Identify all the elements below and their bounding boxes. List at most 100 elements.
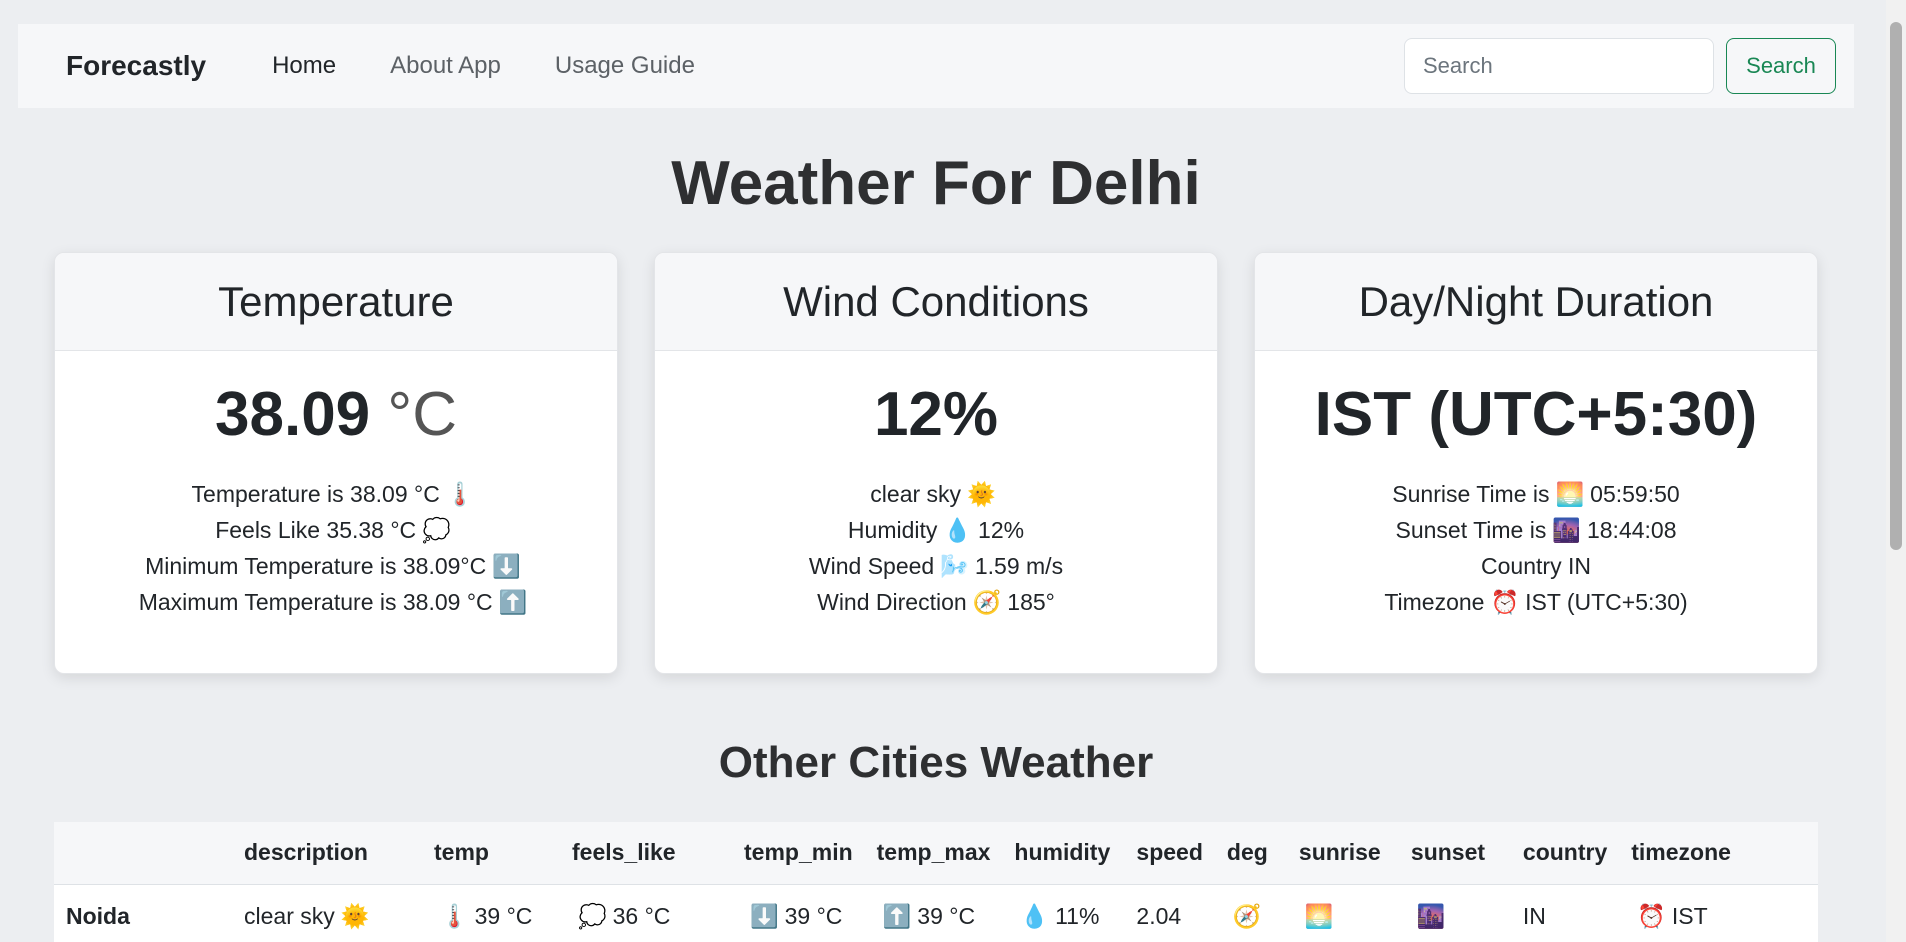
sunrise-line: Sunrise Time is 🌅 05:59:50 (1255, 476, 1817, 512)
city-name: Noida (66, 902, 130, 929)
line-text: Minimum Temperature is 38.09°C (145, 553, 487, 579)
cell-text: 11% (1055, 902, 1100, 929)
wind-details: clear sky 🌞 Humidity 💧 12% Wind Speed 🌬️ 1.59… (655, 476, 1217, 620)
speed-cell: 2.04 (1136, 902, 1182, 929)
thermometer-icon: 🌡️ (445, 481, 475, 507)
arrow-up-icon: ⬆️ (882, 902, 912, 929)
search-form: Search (1404, 38, 1836, 94)
line-text: Humidity (847, 517, 938, 543)
sunset-line: Sunset Time is 🌆 18:44:08 (1255, 512, 1817, 548)
cell-text: clear sky (244, 902, 335, 929)
deg-cell: 🧭 (1215, 884, 1287, 942)
column-header-feels-like: feels_like (572, 839, 676, 866)
cell-text: IST (1671, 902, 1708, 929)
sunset-cell: 🌆 (1399, 884, 1511, 942)
temperature-card: Temperature 38.09 °C Temperature is 38.0… (54, 252, 618, 674)
day-night-details: Sunrise Time is 🌅 05:59:50 Sunset Time is 🌆… (1255, 476, 1817, 620)
humidity-line: Humidity 💧 12% (655, 512, 1217, 548)
thermometer-icon: 🌡️ (440, 902, 469, 929)
navbar: Forecastly Home About App Usage Guide Se… (18, 24, 1854, 108)
line-text: Country IN (1481, 553, 1591, 579)
sunrise-icon: 🌅 (1304, 902, 1334, 929)
line-text: Sunrise Time is (1392, 481, 1550, 507)
humidity-cell: 💧 11% (1002, 884, 1124, 942)
column-header-temp-min: temp_min (744, 839, 853, 866)
wind-card: Wind Conditions 12% clear sky 🌞 Humidity 💧… (654, 252, 1218, 674)
search-input[interactable] (1404, 38, 1714, 94)
line-text: Feels Like 35.38 °C (215, 517, 417, 543)
weather-table: description temp feels_like temp_min tem… (54, 822, 1818, 942)
line-text: Maximum Temperature is 38.09 °C (138, 589, 493, 615)
temperature-details: Temperature is 38.09 °C 🌡️ Feels Like 35.… (55, 476, 617, 620)
nav-links: Home About App Usage Guide (272, 52, 695, 80)
page-title: Weather For Delhi (671, 149, 1201, 218)
alarm-clock-icon: ⏰ (1490, 589, 1520, 615)
sunset-icon: 🌆 (1552, 517, 1581, 543)
line-value: 05:59:50 (1590, 481, 1680, 507)
column-header-humidity: humidity (1014, 839, 1111, 866)
arrow-up-icon: ⬆️ (498, 589, 528, 615)
day-night-card: Day/Night Duration IST (UTC+5:30) Sunris… (1254, 252, 1818, 674)
nav-link-home[interactable]: Home (272, 52, 336, 80)
line-value: 12% (978, 517, 1025, 543)
column-header-sunset: sunset (1410, 839, 1486, 866)
line-text: clear sky (870, 481, 962, 507)
timezone-value: IST (UTC+5:30) (1314, 380, 1758, 449)
column-header-country: country (1522, 839, 1608, 866)
column-header-sunrise: sunrise (1298, 839, 1381, 866)
column-header-temp-max: temp_max (876, 839, 991, 866)
line-value: 185° (1007, 589, 1055, 615)
table-row: Noida clear sky 🌞 🌡️ 39 °C 💭 36 °C ⬇️ 39 °C … (54, 884, 1818, 942)
card-header: Wind Conditions (655, 253, 1217, 351)
wind-direction-line: Wind Direction 🧭 185° (655, 584, 1217, 620)
feels-like-line: Feels Like 35.38 °C 💭 (55, 512, 617, 548)
min-temperature-line: Minimum Temperature is 38.09°C ⬇️ (55, 548, 617, 584)
wind-speed-line: Wind Speed 🌬️ 1.59 m/s (655, 548, 1217, 584)
line-text: Timezone (1384, 589, 1485, 615)
search-button[interactable]: Search (1726, 38, 1836, 94)
cell-text: 36 °C (612, 902, 671, 929)
weather-cards: Temperature 38.09 °C Temperature is 38.0… (54, 252, 1818, 674)
max-temperature-line: Maximum Temperature is 38.09 °C ⬆️ (55, 584, 617, 620)
nav-link-usage-guide[interactable]: Usage Guide (555, 52, 695, 80)
temperature-unit: °C (387, 380, 457, 449)
line-value: 1.59 m/s (974, 553, 1064, 579)
description-line: clear sky 🌞 (655, 476, 1217, 512)
compass-icon: 🧭 (972, 589, 1002, 615)
alarm-clock-icon: ⏰ (1637, 902, 1666, 929)
other-cities-title: Other Cities Weather (718, 738, 1154, 787)
country-line: Country IN (1255, 548, 1817, 584)
country-cell: IN (1522, 902, 1546, 929)
column-header-deg: deg (1226, 839, 1268, 866)
thought-bubble-icon: 💭 (578, 902, 607, 929)
card-header: Day/Night Duration (1255, 253, 1817, 351)
temp-max-cell: ⬆️ 39 °C (865, 884, 1003, 942)
droplet-icon: 💧 (943, 517, 973, 543)
column-header-timezone: timezone (1631, 839, 1731, 866)
line-text: Wind Speed (808, 553, 935, 579)
wind-icon: 🌬️ (940, 553, 969, 579)
line-value: 18:44:08 (1586, 517, 1677, 543)
arrow-down-icon: ⬇️ (750, 902, 779, 929)
column-header-city (54, 822, 232, 884)
timezone-cell: ⏰ IST (1619, 884, 1818, 942)
page-scrollbar[interactable] (1886, 0, 1906, 942)
nav-link-about-app[interactable]: About App (390, 52, 501, 80)
line-text: Temperature is 38.09 °C (191, 481, 440, 507)
thought-bubble-icon: 💭 (422, 517, 451, 543)
line-value: IST (UTC+5:30) (1525, 589, 1688, 615)
sunrise-cell: 🌅 (1287, 884, 1399, 942)
sunrise-icon: 🌅 (1555, 481, 1585, 507)
arrow-down-icon: ⬇️ (492, 553, 521, 579)
table-header-row: description temp feels_like temp_min tem… (54, 822, 1818, 884)
page: Forecastly Home About App Usage Guide Se… (0, 0, 1886, 942)
brand-logo[interactable]: Forecastly (66, 50, 206, 82)
scrollbar-thumb[interactable] (1890, 22, 1902, 550)
timezone-line: Timezone ⏰ IST (UTC+5:30) (1255, 584, 1817, 620)
temperature-number: 38.09 (215, 380, 371, 449)
card-header: Temperature (55, 253, 617, 351)
sunset-icon: 🌆 (1416, 902, 1446, 929)
temperature-value: 38.09 °C (55, 379, 617, 450)
temp-min-cell: ⬇️ 39 °C (732, 884, 865, 942)
wind-value: 12% (873, 380, 999, 449)
